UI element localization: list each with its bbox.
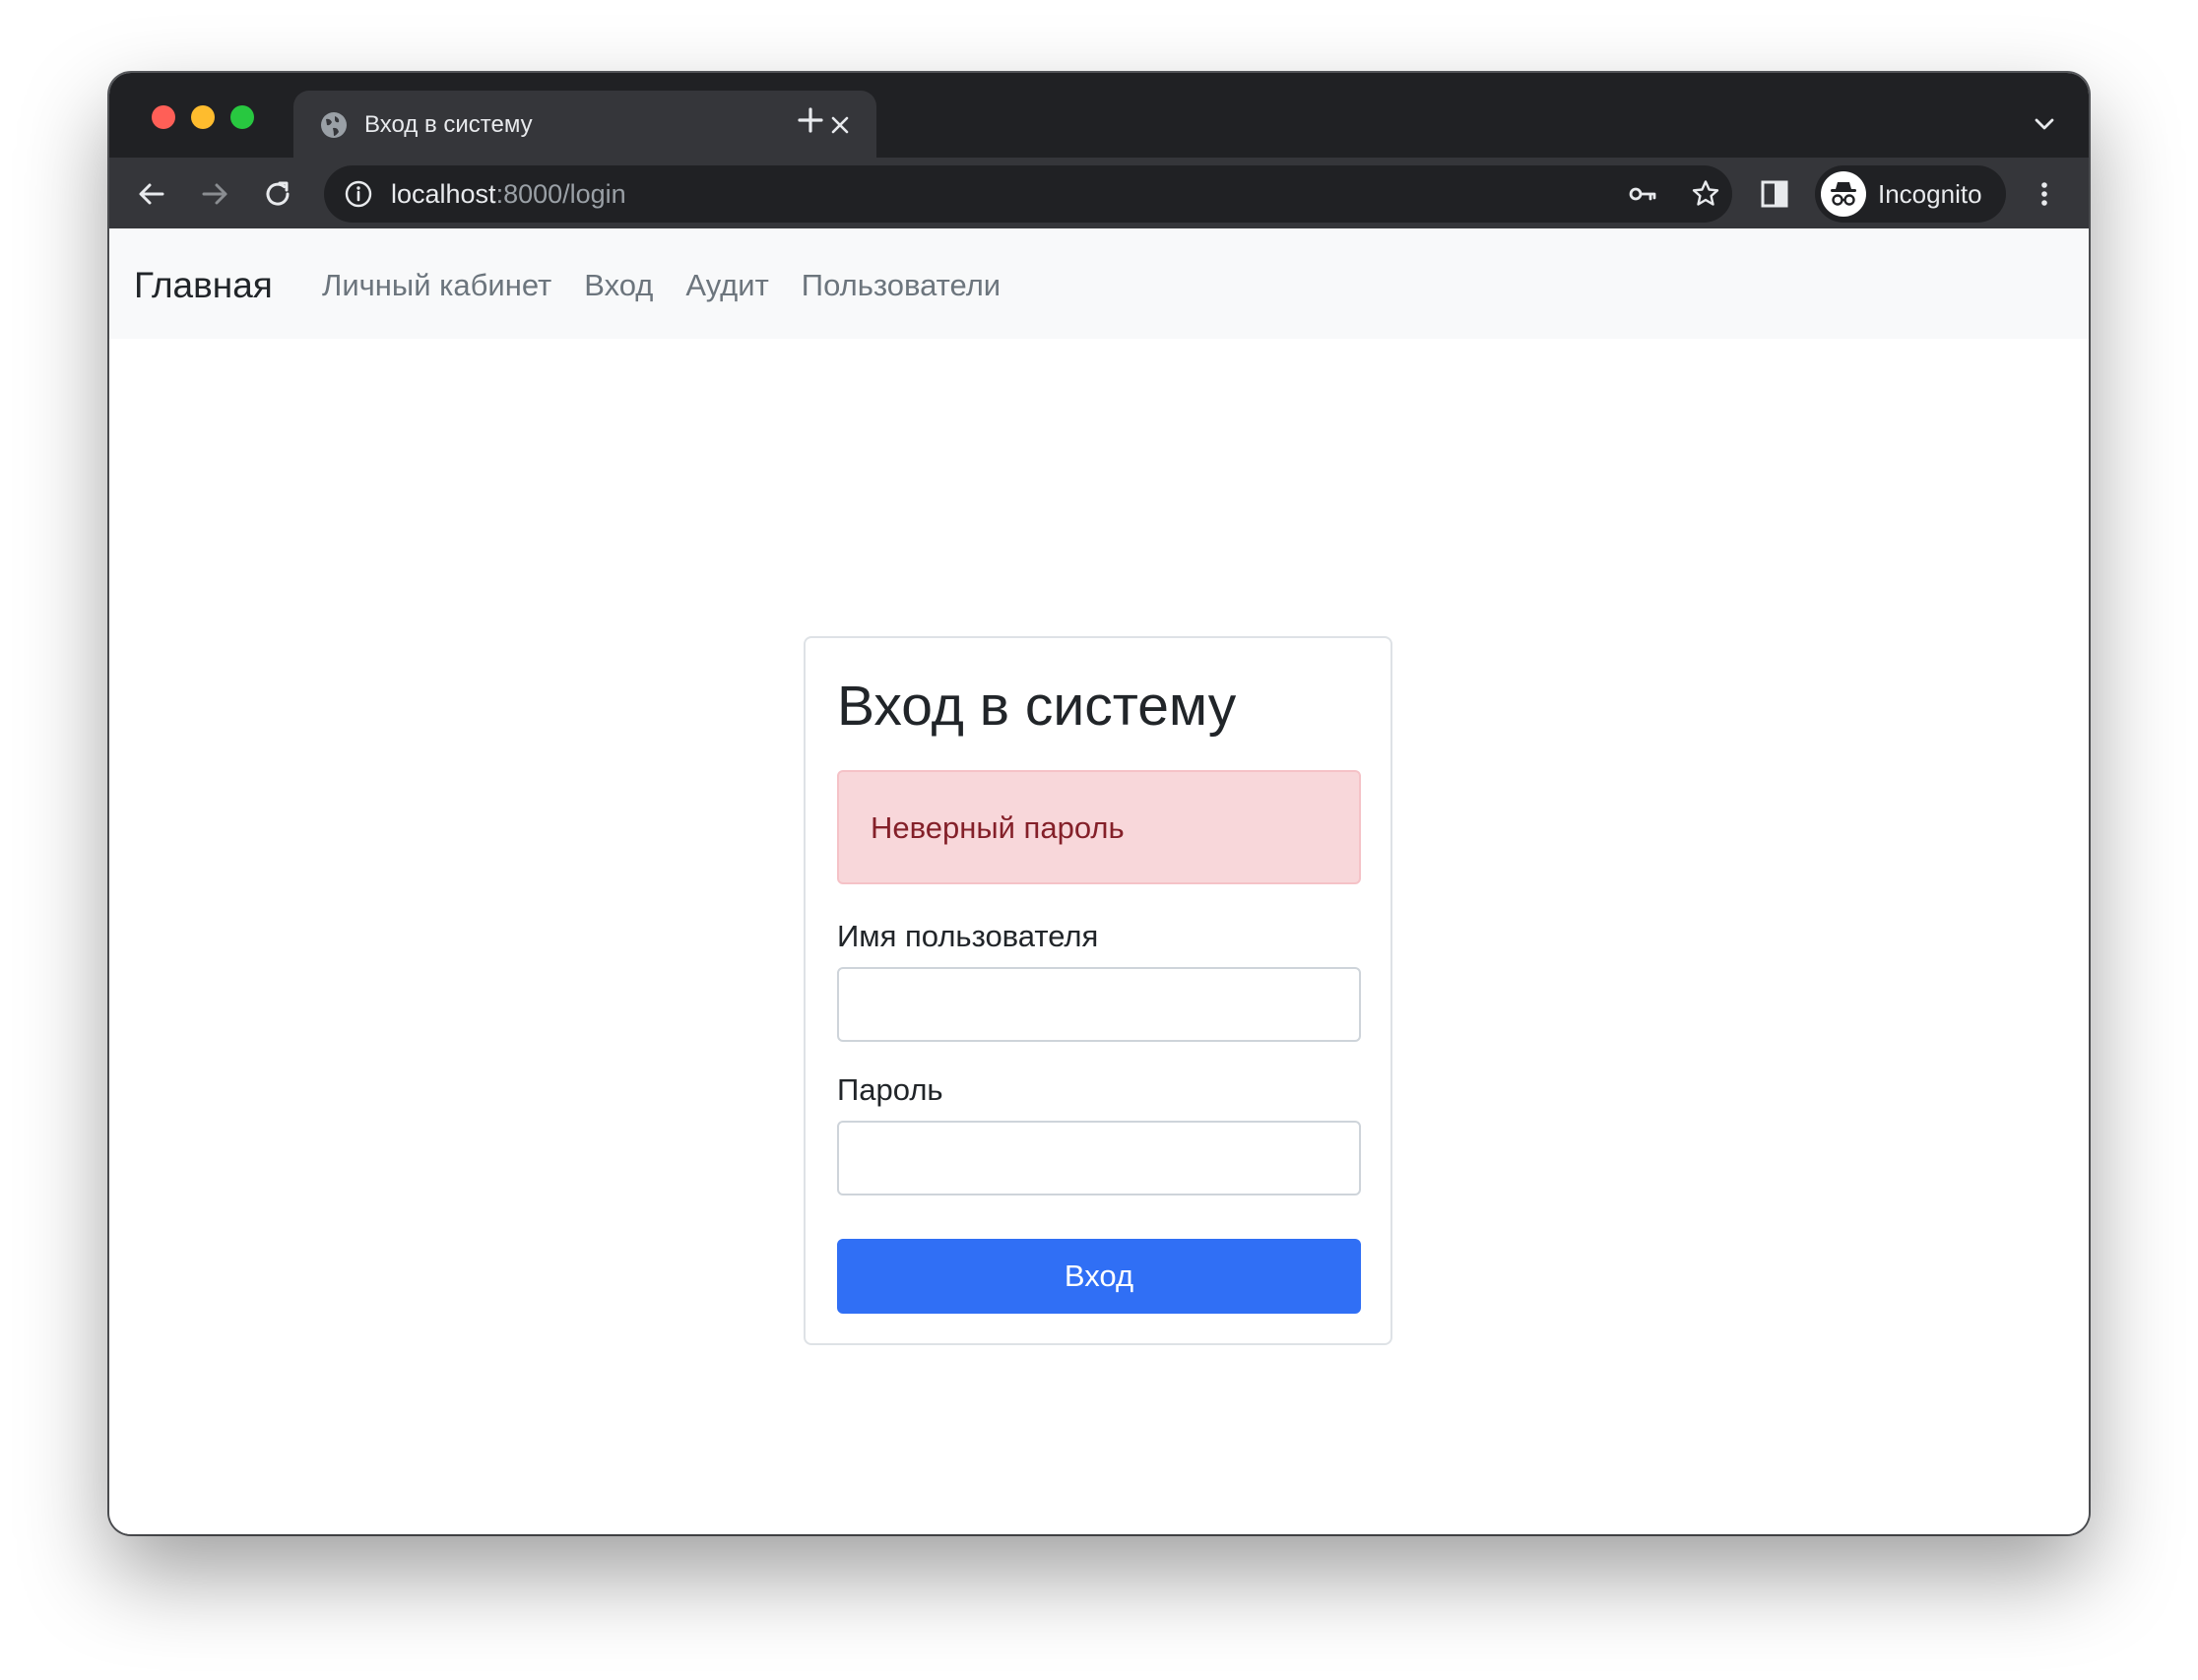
kebab-menu-icon (2041, 182, 2047, 206)
address-bar[interactable]: localhost:8000/login (324, 165, 1732, 223)
url-host: localhost (391, 179, 496, 209)
key-icon (1629, 187, 1656, 201)
nav-link-users[interactable]: Пользователи (802, 266, 1001, 305)
page-content: Главная Личный кабинет Вход Аудит Пользо… (109, 228, 2089, 1534)
avatar (1821, 171, 1866, 217)
close-icon (831, 116, 849, 134)
error-alert: Неверный пароль (837, 770, 1361, 884)
password-input[interactable] (837, 1121, 1361, 1195)
tab-search-button[interactable] (2025, 104, 2064, 144)
browser-tab[interactable]: Вход в систему (293, 91, 876, 158)
incognito-profile-button[interactable]: Incognito (1815, 165, 2006, 223)
incognito-icon (1831, 182, 1856, 206)
login-title: Вход в систему (837, 675, 1237, 738)
nav-link-login[interactable]: Вход (584, 266, 653, 305)
close-window-button[interactable] (152, 105, 175, 129)
tab-title: Вход в систему (364, 111, 533, 138)
minimize-window-button[interactable] (191, 105, 215, 129)
navbar-brand[interactable]: Главная (134, 264, 273, 307)
maximize-window-button[interactable] (230, 105, 254, 129)
globe-icon (321, 112, 347, 138)
new-tab-button[interactable] (791, 100, 830, 140)
forward-button[interactable] (192, 171, 237, 217)
side-panel-icon (1761, 180, 1788, 208)
arrow-left-icon (139, 183, 164, 205)
back-button[interactable] (129, 171, 174, 217)
side-panel-button[interactable] (1752, 171, 1797, 217)
reload-icon (266, 181, 290, 206)
login-card: Вход в систему Неверный пароль Имя польз… (804, 636, 1392, 1345)
reload-button[interactable] (255, 171, 300, 217)
info-icon[interactable] (344, 179, 373, 209)
chevron-down-icon (2035, 118, 2054, 130)
browser-toolbar: localhost:8000/login Incognito (109, 158, 2089, 228)
tab-strip: Вход в систему (109, 73, 2089, 158)
nav-link-audit[interactable]: Аудит (685, 266, 768, 305)
password-label: Пароль (837, 1072, 943, 1107)
navbar: Главная Личный кабинет Вход Аудит Пользо… (109, 228, 2089, 339)
plus-icon (798, 107, 823, 133)
error-message: Неверный пароль (871, 810, 1125, 845)
password-manager-button[interactable] (1626, 177, 1659, 211)
browser-window: Вход в систему localhost:8000/login Inco… (109, 73, 2089, 1534)
nav-links: Личный кабинет Вход Аудит Пользователи (322, 266, 1001, 305)
url-path: :8000/login (495, 179, 626, 209)
star-icon (1692, 180, 1719, 206)
bookmark-button[interactable] (1689, 177, 1722, 211)
url-text[interactable]: localhost:8000/login (391, 179, 626, 209)
arrow-right-icon (202, 183, 227, 205)
browser-menu-button[interactable] (2022, 171, 2067, 217)
username-input[interactable] (837, 967, 1361, 1042)
nav-link-profile[interactable]: Личный кабинет (322, 266, 551, 305)
username-label: Имя пользователя (837, 919, 1099, 953)
profile-label: Incognito (1878, 179, 1982, 209)
login-submit-button[interactable]: Вход (837, 1239, 1361, 1314)
